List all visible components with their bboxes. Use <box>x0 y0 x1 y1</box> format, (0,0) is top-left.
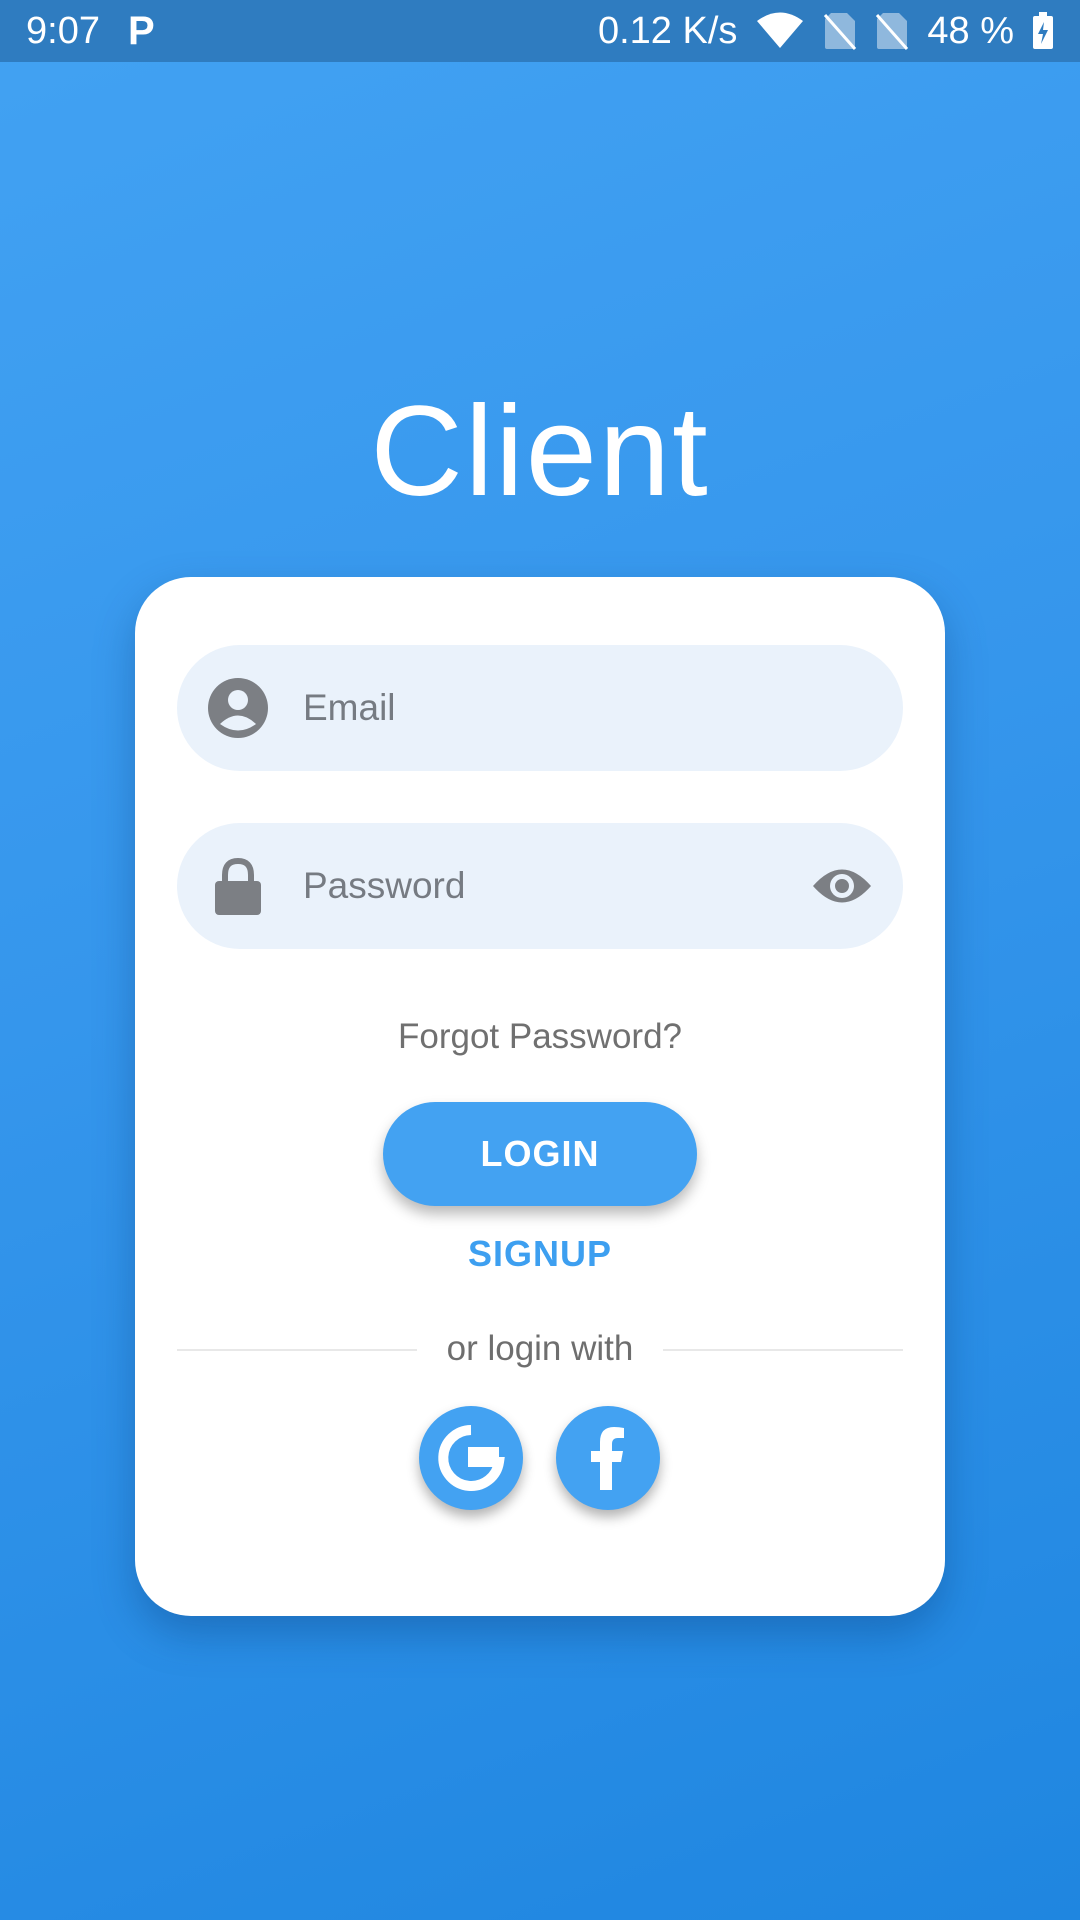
status-time: 9:07 <box>26 9 100 52</box>
facebook-icon <box>591 1427 624 1490</box>
password-field[interactable]: Password <box>177 823 903 949</box>
battery-charging-icon <box>1033 12 1053 49</box>
login-card: Email Password Forgot Password? LOGIN SI… <box>135 577 945 1616</box>
google-icon <box>438 1425 505 1491</box>
battery-level: 48 % <box>927 9 1014 52</box>
social-divider: or login with <box>177 1319 903 1379</box>
google-login-button[interactable] <box>419 1406 523 1510</box>
signup-button[interactable]: SIGNUP <box>135 1233 945 1275</box>
divider-line-right <box>663 1349 903 1351</box>
status-bar: 9:07 P 0.12 K/s 48 % <box>0 0 1080 62</box>
account-circle-icon <box>208 678 268 738</box>
login-button[interactable]: LOGIN <box>383 1102 697 1206</box>
network-speed: 0.12 K/s <box>597 9 738 52</box>
facebook-login-button[interactable] <box>556 1406 660 1510</box>
forgot-password-link[interactable]: Forgot Password? <box>135 1017 945 1057</box>
app-title: Client <box>370 380 710 523</box>
no-sim-icon <box>876 13 909 50</box>
app-notification-badge: P <box>127 8 155 53</box>
eye-icon[interactable] <box>811 859 873 913</box>
email-placeholder: Email <box>303 687 396 728</box>
status-indicators: 0.12 K/s 48 % <box>598 10 1054 53</box>
wifi-icon <box>757 12 804 48</box>
no-sim-icon <box>824 13 857 50</box>
lock-icon <box>215 857 261 915</box>
password-placeholder: Password <box>303 865 466 906</box>
email-field[interactable]: Email <box>177 645 903 771</box>
